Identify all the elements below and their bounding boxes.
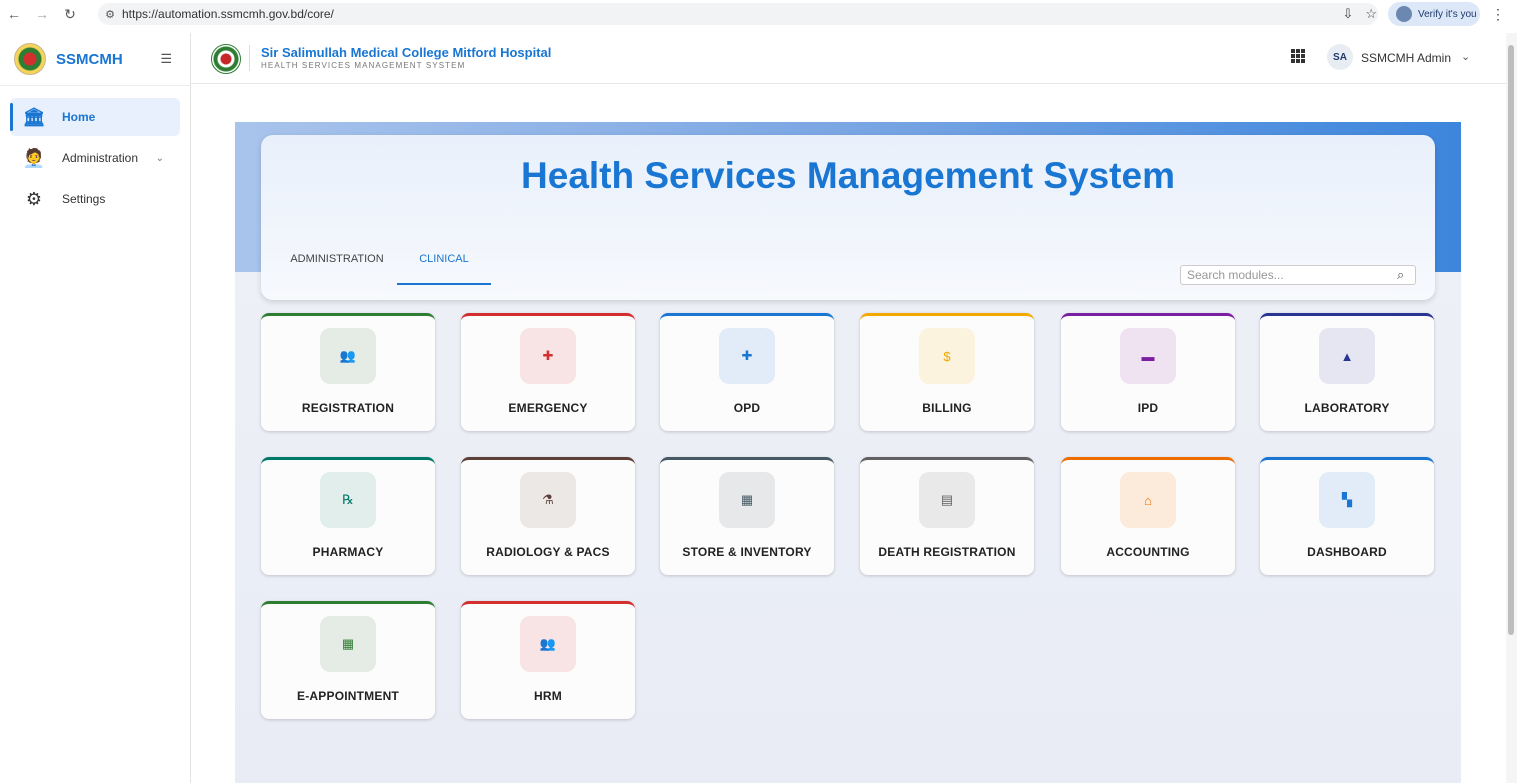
collapse-sidebar-icon[interactable]: ☰ <box>160 51 172 67</box>
module-label: HRM <box>534 689 562 703</box>
chevron-down-icon: ⌄ <box>155 152 164 164</box>
main-content: Health Services Management System ADMINI… <box>191 84 1506 783</box>
page-scrollbar[interactable] <box>1506 33 1517 783</box>
page-title: Health Services Management System <box>521 155 1175 196</box>
people-icon: 👥 <box>320 328 376 384</box>
store-icon: ▦ <box>719 472 775 528</box>
brand-name: SSMCMH <box>56 50 123 68</box>
module-card-opd[interactable]: ✚ OPD <box>660 313 834 431</box>
module-card-store-inventory[interactable]: ▦ STORE & INVENTORY <box>660 457 834 575</box>
sidebar: SSMCMH ☰ 🏛 Home 🧑‍💼 Administration ⌄ ⚙ S… <box>0 33 191 783</box>
people-icon: 👥 <box>520 616 576 672</box>
gear-icon: ⚙ <box>25 188 43 209</box>
ambulance-icon: ✚ <box>520 328 576 384</box>
sidebar-item-administration[interactable]: 🧑‍💼 Administration ⌄ <box>10 139 180 177</box>
medication-icon: ℞ <box>320 472 376 528</box>
apps-grid-icon[interactable] <box>1291 49 1305 63</box>
module-label: LABORATORY <box>1304 401 1390 415</box>
calendar-icon: ▦ <box>320 616 376 672</box>
module-label: DEATH REGISTRATION <box>878 545 1016 559</box>
sidebar-brand: SSMCMH ☰ <box>0 33 190 86</box>
bed-icon: ▬ <box>1120 328 1176 384</box>
top-header: Sir Salimullah Medical College Mitford H… <box>191 33 1506 84</box>
verify-label: Verify it's you <box>1418 8 1477 20</box>
back-icon[interactable]: ← <box>0 0 28 28</box>
hospital-title: Sir Salimullah Medical College Mitford H… <box>261 45 552 60</box>
sidebar-item-label: Home <box>62 110 96 124</box>
browser-toolbar: ← → ↻ ⚙ https://automation.ssmcmh.gov.bd… <box>0 0 1517 28</box>
search-placeholder: Search modules... <box>1187 268 1284 282</box>
user-name[interactable]: SSMCMH Admin <box>1361 51 1451 65</box>
module-card-accounting[interactable]: ⌂ ACCOUNTING <box>1061 457 1235 575</box>
module-label: STORE & INVENTORY <box>682 545 812 559</box>
tab-clinical[interactable]: CLINICAL <box>397 253 491 285</box>
module-label: REGISTRATION <box>301 401 395 415</box>
module-label: OPD <box>733 401 761 415</box>
install-app-icon[interactable]: ⇩ <box>1342 6 1353 22</box>
module-card-e-appointment[interactable]: ▦ E-APPOINTMENT <box>261 601 435 719</box>
module-card-laboratory[interactable]: ▲ LABORATORY <box>1260 313 1434 431</box>
clipboard-icon: ▤ <box>919 472 975 528</box>
module-label: E-APPOINTMENT <box>297 689 399 703</box>
module-card-dashboard[interactable]: ▚ DASHBOARD <box>1260 457 1434 575</box>
modules-panel: Health Services Management System ADMINI… <box>235 122 1461 783</box>
hero-card: Health Services Management System ADMINI… <box>261 135 1435 300</box>
module-label: EMERGENCY <box>508 401 588 415</box>
url-text: https://automation.ssmcmh.gov.bd/core/ <box>122 7 334 21</box>
module-card-death-registration[interactable]: ▤ DEATH REGISTRATION <box>860 457 1034 575</box>
sidebar-menu: 🏛 Home 🧑‍💼 Administration ⌄ ⚙ Settings <box>0 86 190 218</box>
address-bar[interactable]: ⚙ https://automation.ssmcmh.gov.bd/core/ <box>98 3 1378 25</box>
tab-administration[interactable]: ADMINISTRATION <box>281 253 393 283</box>
hospital-logo <box>211 44 241 74</box>
module-label: PHARMACY <box>312 545 384 559</box>
bangladesh-emblem-logo <box>14 43 46 75</box>
admin-person-icon: 🧑‍💼 <box>22 147 46 168</box>
user-menu-chevron-icon[interactable]: ⌄ <box>1461 50 1470 63</box>
module-card-billing[interactable]: $ BILLING <box>860 313 1034 431</box>
search-icon[interactable]: ⌕ <box>1397 267 1415 283</box>
sidebar-item-home[interactable]: 🏛 Home <box>10 98 180 136</box>
module-card-ipd[interactable]: ▬ IPD <box>1061 313 1235 431</box>
module-label: RADIOLOGY & PACS <box>486 545 610 559</box>
header-divider <box>249 45 250 71</box>
microscope-icon: ⚗ <box>520 472 576 528</box>
verify-profile-button[interactable]: Verify it's you <box>1388 2 1480 26</box>
module-card-radiology-pacs[interactable]: ⚗ RADIOLOGY & PACS <box>461 457 635 575</box>
module-label: IPD <box>1137 401 1159 415</box>
module-card-hrm[interactable]: 👥 HRM <box>461 601 635 719</box>
dashboard-icon: ▚ <box>1319 472 1375 528</box>
sidebar-item-settings[interactable]: ⚙ Settings <box>10 180 180 218</box>
hospital-subtitle: HEALTH SERVICES MANAGEMENT SYSTEM <box>261 61 466 70</box>
search-input[interactable]: Search modules... ⌕ <box>1180 265 1416 285</box>
module-label: DASHBOARD <box>1307 545 1387 559</box>
bank-icon: ⌂ <box>1120 472 1176 528</box>
house-icon: 🏛 <box>22 106 46 127</box>
forward-icon[interactable]: → <box>28 0 56 28</box>
avatar[interactable]: SA <box>1327 44 1353 70</box>
flask-icon: ▲ <box>1319 328 1375 384</box>
module-card-registration[interactable]: 👥 REGISTRATION <box>261 313 435 431</box>
module-label: ACCOUNTING <box>1106 545 1190 559</box>
medical-bag-icon: ✚ <box>719 328 775 384</box>
site-settings-icon[interactable]: ⚙ <box>98 8 122 21</box>
bookmark-star-icon[interactable]: ☆ <box>1365 6 1377 22</box>
sidebar-item-label: Administration <box>62 151 139 165</box>
scrollbar-thumb[interactable] <box>1508 45 1514 635</box>
browser-menu-icon[interactable]: ⋮ <box>1491 6 1505 23</box>
module-card-pharmacy[interactable]: ℞ PHARMACY <box>261 457 435 575</box>
profile-avatar-icon <box>1396 6 1412 22</box>
sidebar-item-label: Settings <box>62 192 106 206</box>
reload-icon[interactable]: ↻ <box>56 0 84 28</box>
module-card-emergency[interactable]: ✚ EMERGENCY <box>461 313 635 431</box>
module-label: BILLING <box>922 401 972 415</box>
dollar-icon: $ <box>919 328 975 384</box>
